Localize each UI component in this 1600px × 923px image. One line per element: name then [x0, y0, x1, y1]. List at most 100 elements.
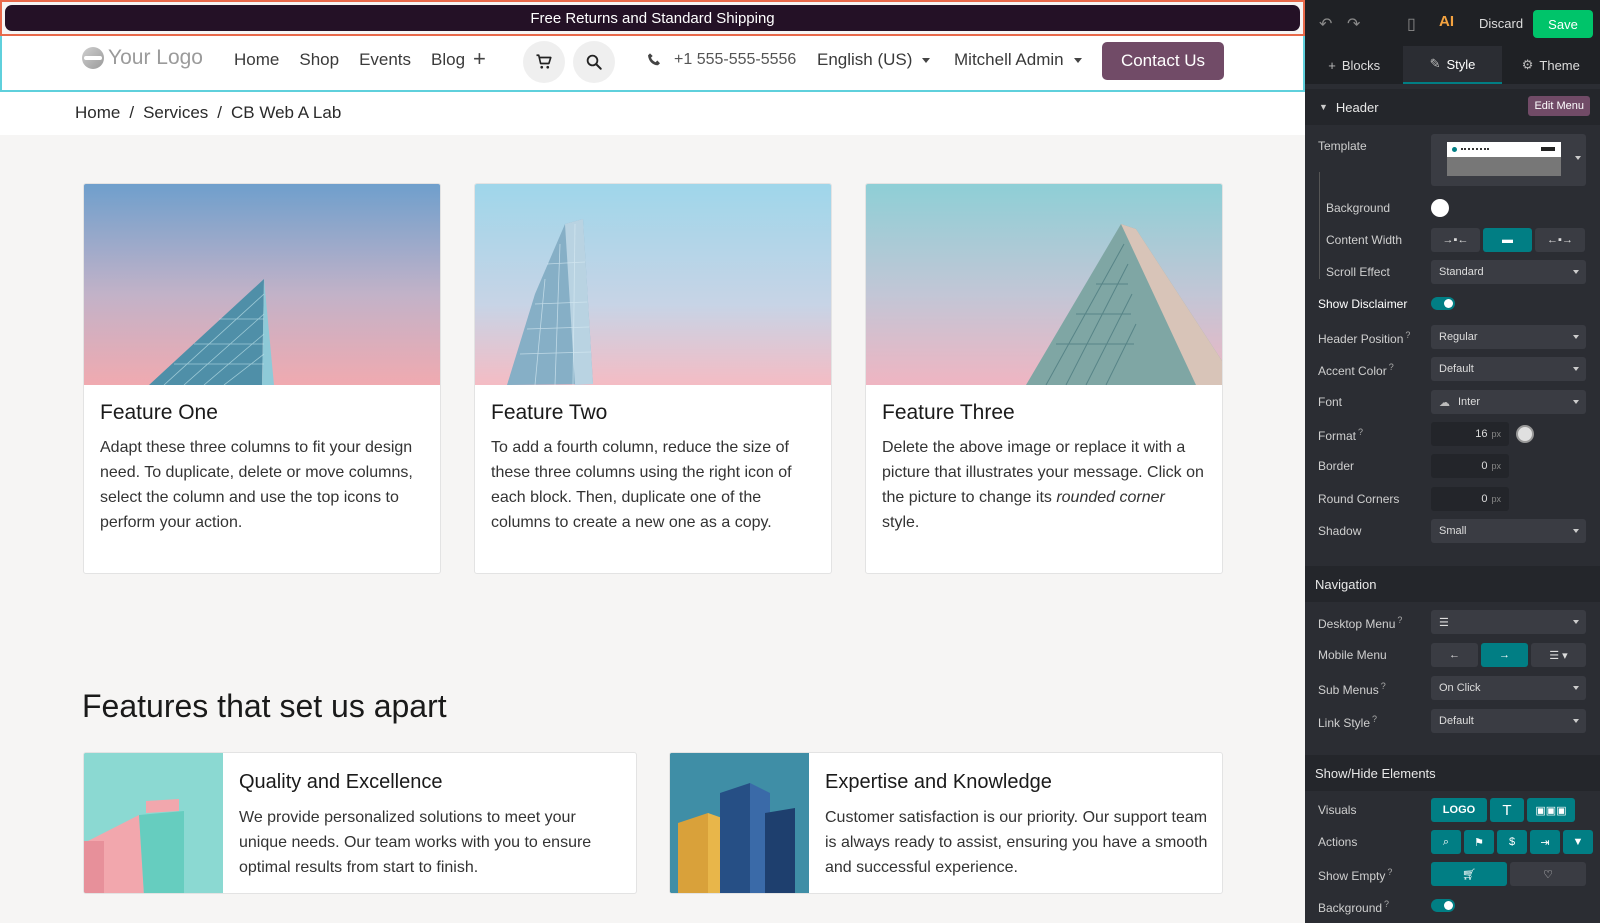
font-row: Font ☁ Inter — [1305, 387, 1600, 417]
disclaimer-bar[interactable]: Free Returns and Standard Shipping — [5, 5, 1300, 31]
shadow-select[interactable]: Small — [1431, 519, 1586, 543]
feature-image-skyscraper[interactable] — [866, 184, 1222, 385]
nav-item-shop[interactable]: Shop — [299, 50, 339, 70]
feature-card[interactable]: Feature Two To add a fourth column, redu… — [474, 183, 832, 574]
feature-image-pastel-building[interactable] — [84, 753, 223, 893]
help-icon[interactable]: ? — [1381, 681, 1386, 691]
sub-menus-row: Sub Menus? On Click — [1305, 673, 1600, 703]
background-row: Background — [1305, 193, 1600, 223]
feature-image-tower[interactable] — [475, 184, 831, 385]
disclaimer-bar-selection[interactable]: Free Returns and Standard Shipping — [0, 0, 1305, 36]
feature-card[interactable]: Feature Three Delete the above image or … — [865, 183, 1223, 574]
tab-theme[interactable]: ⚙ Theme — [1502, 46, 1600, 84]
heart-icon[interactable]: ♡ — [1510, 862, 1586, 886]
feature-title: Expertise and Knowledge — [825, 771, 1052, 793]
breadcrumb-current: CB Web A Lab — [231, 103, 342, 122]
help-icon[interactable]: ? — [1372, 714, 1377, 724]
card-title: Feature One — [100, 401, 218, 424]
search-button[interactable] — [573, 41, 615, 83]
show-disclaimer-row: Show Disclaimer — [1305, 289, 1600, 319]
round-corners-input[interactable]: 0 px — [1431, 487, 1509, 511]
arrow-right-icon[interactable]: → — [1481, 643, 1528, 667]
show-disclaimer-toggle[interactable] — [1431, 297, 1455, 310]
breadcrumb-home[interactable]: Home — [75, 103, 120, 123]
text-color-swatch[interactable] — [1516, 425, 1534, 443]
tab-blocks[interactable]: + Blocks — [1305, 46, 1403, 84]
border-input[interactable]: 0 px — [1431, 454, 1509, 478]
help-icon[interactable]: ? — [1389, 362, 1394, 372]
save-button[interactable]: Save — [1533, 10, 1593, 38]
desktop-menu-select[interactable]: ☰ — [1431, 610, 1586, 634]
format-size-input[interactable]: 16 px — [1431, 422, 1509, 446]
site-header[interactable]: Your Logo Home Shop Events Blog + +1 555… — [0, 36, 1305, 92]
width-full-icon[interactable]: ←▪→ — [1535, 228, 1585, 252]
accent-color-select[interactable]: Default — [1431, 357, 1586, 381]
help-icon[interactable]: ? — [1397, 615, 1402, 625]
sub-menus-select[interactable]: On Click — [1431, 676, 1586, 700]
unit: px — [1491, 429, 1501, 439]
user-menu[interactable]: Mitchell Admin — [954, 50, 1082, 70]
redo-icon[interactable]: ↷ — [1347, 14, 1360, 34]
feature-image-city-towers[interactable] — [670, 753, 809, 893]
help-icon[interactable]: ? — [1405, 330, 1410, 340]
help-icon[interactable]: ? — [1358, 427, 1363, 437]
scroll-effect-select[interactable]: Standard — [1431, 260, 1586, 284]
discard-button[interactable]: Discard — [1479, 16, 1523, 31]
cart-icon[interactable]: 🛒︎ — [1431, 862, 1507, 886]
width-small-icon[interactable]: →▪← — [1431, 228, 1480, 252]
background-toggle-row: Background? — [1305, 891, 1600, 921]
width-regular-icon[interactable]: ▬ — [1483, 228, 1532, 252]
background-color-swatch[interactable] — [1431, 199, 1449, 217]
show-empty-options: 🛒︎ ♡ — [1431, 862, 1586, 886]
nav-item-blog[interactable]: Blog — [431, 50, 465, 70]
help-icon[interactable]: ? — [1384, 899, 1389, 909]
mobile-preview-icon[interactable]: ▯ — [1407, 14, 1416, 34]
disclaimer-text: Free Returns and Standard Shipping — [530, 9, 775, 27]
select-value: Default — [1439, 715, 1474, 727]
social-icons-toggle[interactable]: ▣▣▣ — [1527, 798, 1575, 822]
cart-button[interactable] — [523, 41, 565, 83]
call-to-action-icon[interactable]: ▼ — [1563, 830, 1593, 854]
arrow-left-icon[interactable]: ← — [1431, 643, 1478, 667]
edit-menu-button[interactable]: Edit Menu — [1528, 96, 1590, 116]
ai-icon[interactable]: AI — [1439, 13, 1454, 30]
header-section-toggle[interactable]: ▼ Header Edit Menu — [1305, 89, 1600, 125]
actions-row: Actions ⌕ ⚑ $ ⇥ ▼ — [1305, 827, 1600, 857]
site-logo[interactable]: Your Logo — [82, 46, 203, 70]
input-value: 16 — [1475, 428, 1488, 440]
feature-image-glass-building[interactable] — [84, 184, 440, 385]
accent-color-label: Accent Color? — [1318, 362, 1394, 378]
feature-card[interactable]: Feature One Adapt these three columns to… — [83, 183, 441, 574]
background-toggle[interactable] — [1431, 899, 1455, 912]
dollar-icon[interactable]: $ — [1497, 830, 1527, 854]
mobile-menu-row: Mobile Menu ← → ☰ ▾ — [1305, 640, 1600, 670]
text-icon[interactable]: T — [1490, 798, 1524, 822]
breadcrumb-services[interactable]: Services — [143, 103, 208, 123]
template-selector[interactable] — [1431, 134, 1586, 186]
tab-style[interactable]: ✎ Style — [1403, 46, 1502, 84]
flag-icon[interactable]: ⚑ — [1464, 830, 1494, 854]
nav-item-events[interactable]: Events — [359, 50, 411, 70]
search-icon[interactable]: ⌕ — [1431, 830, 1461, 854]
undo-icon[interactable]: ↶ — [1319, 14, 1332, 34]
header-position-select[interactable]: Regular — [1431, 325, 1586, 349]
breadcrumb-separator: / — [217, 103, 223, 122]
help-icon[interactable]: ? — [1387, 867, 1392, 877]
nav-item-home[interactable]: Home — [234, 50, 279, 70]
sign-in-icon[interactable]: ⇥ — [1530, 830, 1560, 854]
font-label: Font — [1318, 395, 1343, 409]
language-selector[interactable]: English (US) — [817, 50, 931, 70]
link-style-select[interactable]: Default — [1431, 709, 1586, 733]
logo-text: Your Logo — [108, 46, 203, 69]
align-left-icon[interactable]: ☰ ▾ — [1531, 643, 1586, 667]
shadow-label: Shadow — [1318, 524, 1362, 538]
phone-link[interactable]: +1 555-555-5556 — [646, 51, 796, 69]
feature-row[interactable]: Quality and Excellence We provide person… — [83, 752, 637, 894]
logo-toggle-button[interactable]: LOGO — [1431, 798, 1487, 822]
card-text-italic: rounded corner — [1056, 489, 1165, 506]
feature-row[interactable]: Expertise and Knowledge Customer satisfa… — [669, 752, 1223, 894]
font-select[interactable]: ☁ Inter — [1431, 390, 1586, 414]
unit: px — [1491, 461, 1501, 471]
add-menu-item-icon[interactable]: + — [473, 46, 486, 72]
contact-us-button[interactable]: Contact Us — [1102, 42, 1224, 80]
